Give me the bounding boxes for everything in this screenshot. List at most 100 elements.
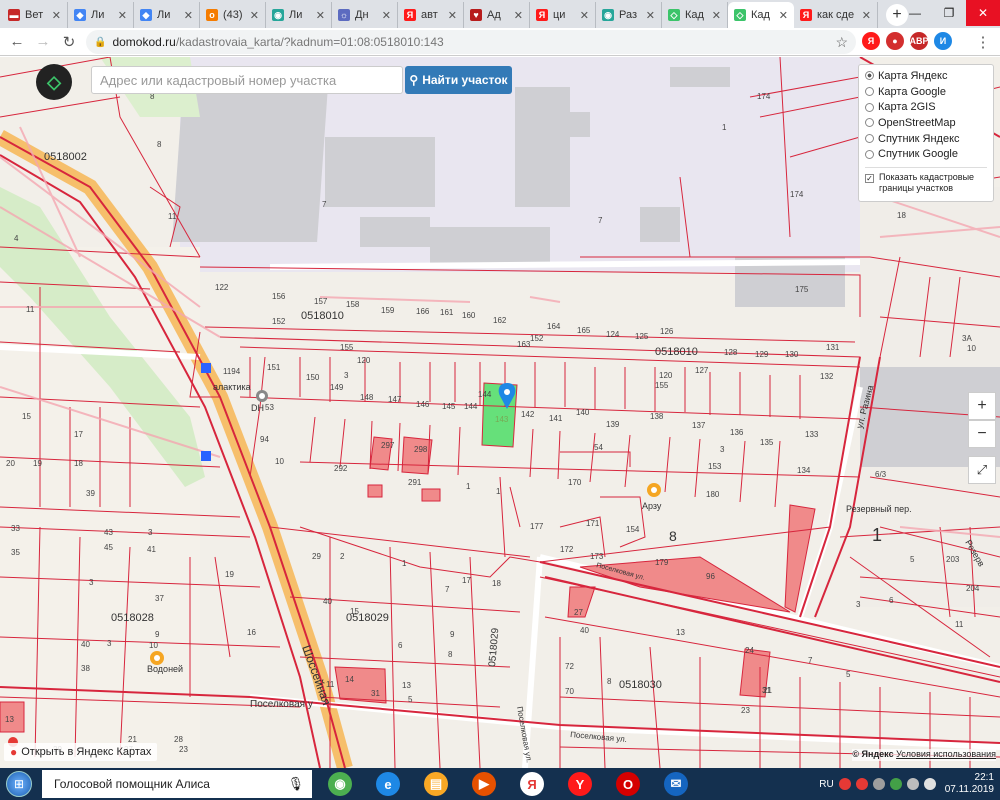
browser-tab[interactable]: ◇ Кад ✕: [662, 2, 728, 28]
cadastral-map[interactable]: 887 7 174 174 1 175 122 156 157 158 159 166 161 …: [0, 57, 1000, 768]
layer-option[interactable]: OpenStreetMap: [865, 115, 987, 131]
terms-link[interactable]: Условия использования: [896, 749, 996, 759]
tray-yandex-icon[interactable]: [855, 778, 868, 790]
open-in-yandex-link[interactable]: ● Открыть в Яндекс Картах: [4, 743, 158, 761]
layer-radio[interactable]: [865, 102, 874, 112]
back-icon[interactable]: ←: [4, 30, 30, 54]
layer-option[interactable]: Карта Яндекс: [865, 68, 987, 84]
language-indicator[interactable]: RU: [819, 779, 833, 790]
browser-tab[interactable]: Якак сде ✕: [794, 2, 878, 28]
svg-text:120: 120: [659, 371, 673, 380]
taskbar-app-opera[interactable]: O: [606, 769, 650, 799]
svg-text:96: 96: [706, 572, 715, 581]
site-logo-icon[interactable]: ◇: [36, 64, 72, 100]
layer-label: Карта Google: [878, 85, 946, 98]
tab-close-icon[interactable]: ✕: [118, 9, 127, 22]
svg-text:17: 17: [462, 576, 471, 585]
fullscreen-button[interactable]: ⤢: [968, 456, 996, 484]
tab-close-icon[interactable]: ✕: [712, 9, 721, 22]
extension-icon[interactable]: ABP: [910, 32, 929, 50]
maximize-icon[interactable]: ❐: [932, 0, 966, 26]
minimize-icon[interactable]: —: [898, 0, 932, 26]
taskbar-app-chrome[interactable]: ◉: [318, 769, 362, 799]
svg-text:13: 13: [402, 681, 411, 690]
taskbar-app-yandex-browser[interactable]: Y: [558, 769, 602, 799]
show-borders-option[interactable]: ✓ Показать кадастровые границы участков: [865, 167, 987, 194]
extension-icon[interactable]: И: [934, 32, 952, 50]
browser-tab[interactable]: ♥ Ад ✕: [464, 2, 530, 28]
find-parcel-button[interactable]: ⚲ Найти участок: [405, 66, 512, 94]
tab-close-icon[interactable]: ✕: [52, 9, 61, 22]
svg-text:140: 140: [576, 408, 590, 417]
svg-text:133: 133: [805, 430, 819, 439]
browser-tab[interactable]: о (43) ✕: [200, 2, 266, 28]
tray-nvidia-icon[interactable]: [889, 778, 902, 790]
browser-tab[interactable]: ◆ Ли ✕: [68, 2, 134, 28]
cadastral-search-input[interactable]: Адрес или кадастровый номер участка: [91, 66, 403, 94]
browser-tab[interactable]: ◉ Раз ✕: [596, 2, 662, 28]
taskbar-app-email[interactable]: ✉: [654, 769, 698, 799]
map-canvas[interactable]: 887 7174174 1175122 156157 158 159 166 161 …: [0, 57, 1000, 768]
browser-tab[interactable]: ◉ Ли ✕: [266, 2, 332, 28]
tab-close-icon[interactable]: ✕: [316, 9, 325, 22]
tray-network-icon[interactable]: [906, 778, 919, 790]
zoom-out-button[interactable]: −: [968, 420, 996, 448]
close-window-icon[interactable]: ✕: [966, 0, 1000, 26]
tab-close-icon[interactable]: ✕: [580, 9, 589, 22]
taskbar-app-yandex[interactable]: Я: [510, 769, 554, 799]
tab-close-icon[interactable]: ✕: [514, 9, 523, 22]
layer-label: Карта Яндекс: [878, 69, 948, 82]
zoom-in-button[interactable]: +: [968, 392, 996, 420]
layer-radio[interactable]: [865, 149, 874, 159]
svg-text:8: 8: [448, 650, 453, 659]
tray-disk-icon[interactable]: [872, 778, 885, 790]
address-bar[interactable]: 🔒 domokod.ru /kadastrovaia_karta/?kadnum…: [86, 30, 856, 54]
tray-opera-icon[interactable]: [838, 778, 851, 790]
taskbar-app-explorer[interactable]: ▤: [414, 769, 458, 799]
layer-option[interactable]: Спутник Яндекс: [865, 131, 987, 147]
svg-text:29: 29: [312, 552, 321, 561]
tab-close-icon[interactable]: ✕: [862, 9, 871, 22]
tab-close-icon[interactable]: ✕: [779, 9, 788, 22]
tab-favicon-icon: Я: [404, 9, 416, 21]
explorer-icon: ▤: [424, 772, 448, 796]
browser-tab[interactable]: ◆ Ли ✕: [134, 2, 200, 28]
layer-radio[interactable]: [865, 87, 874, 97]
microphone-icon[interactable]: 🎙: [287, 776, 304, 792]
layer-option[interactable]: Спутник Google: [865, 146, 987, 162]
taskbar-app-media[interactable]: ▶: [462, 769, 506, 799]
tab-close-icon[interactable]: ✕: [184, 9, 193, 22]
layer-radio[interactable]: [865, 118, 874, 128]
bookmark-star-icon[interactable]: ☆: [835, 34, 848, 51]
tab-close-icon[interactable]: ✕: [448, 9, 457, 22]
clock[interactable]: 22:1 07.11.2019: [945, 772, 994, 796]
tab-close-icon[interactable]: ✕: [382, 9, 391, 22]
start-button[interactable]: ⊞: [0, 768, 38, 800]
layer-radio[interactable]: [865, 134, 874, 144]
tab-close-icon[interactable]: ✕: [250, 9, 259, 22]
browser-tab[interactable]: ▬ Вет ✕: [2, 2, 68, 28]
browser-tab[interactable]: Яавт ✕: [398, 2, 464, 28]
reload-icon[interactable]: ↻: [56, 30, 82, 54]
browser-tab[interactable]: ◇ Кад ✕: [728, 2, 794, 28]
email-icon: ✉: [664, 772, 688, 796]
alisa-assistant-box[interactable]: Голосовой помощник Алиса 🎙: [42, 770, 312, 798]
forward-icon[interactable]: →: [30, 30, 56, 54]
tab-title: Ли: [91, 9, 105, 21]
extension-icon[interactable]: Я: [862, 32, 880, 50]
layer-option[interactable]: Карта Google: [865, 84, 987, 100]
svg-text:Поселковая у: Поселковая у: [250, 699, 313, 710]
svg-text:165: 165: [577, 326, 591, 335]
menu-icon[interactable]: ⋮: [970, 30, 996, 54]
browser-tab[interactable]: Яци ✕: [530, 2, 596, 28]
tray-volume-icon[interactable]: [923, 778, 936, 790]
tab-close-icon[interactable]: ✕: [646, 9, 655, 22]
taskbar-app-ie[interactable]: e: [366, 769, 410, 799]
clock-date: 07.11.2019: [944, 784, 994, 795]
layer-radio[interactable]: [865, 71, 874, 81]
layer-option[interactable]: Карта 2GIS: [865, 99, 987, 115]
browser-tab[interactable]: ☼ Дн ✕: [332, 2, 398, 28]
show-borders-checkbox[interactable]: ✓: [865, 174, 874, 184]
opera-icon: O: [616, 772, 640, 796]
extension-icon[interactable]: ●: [886, 32, 904, 50]
